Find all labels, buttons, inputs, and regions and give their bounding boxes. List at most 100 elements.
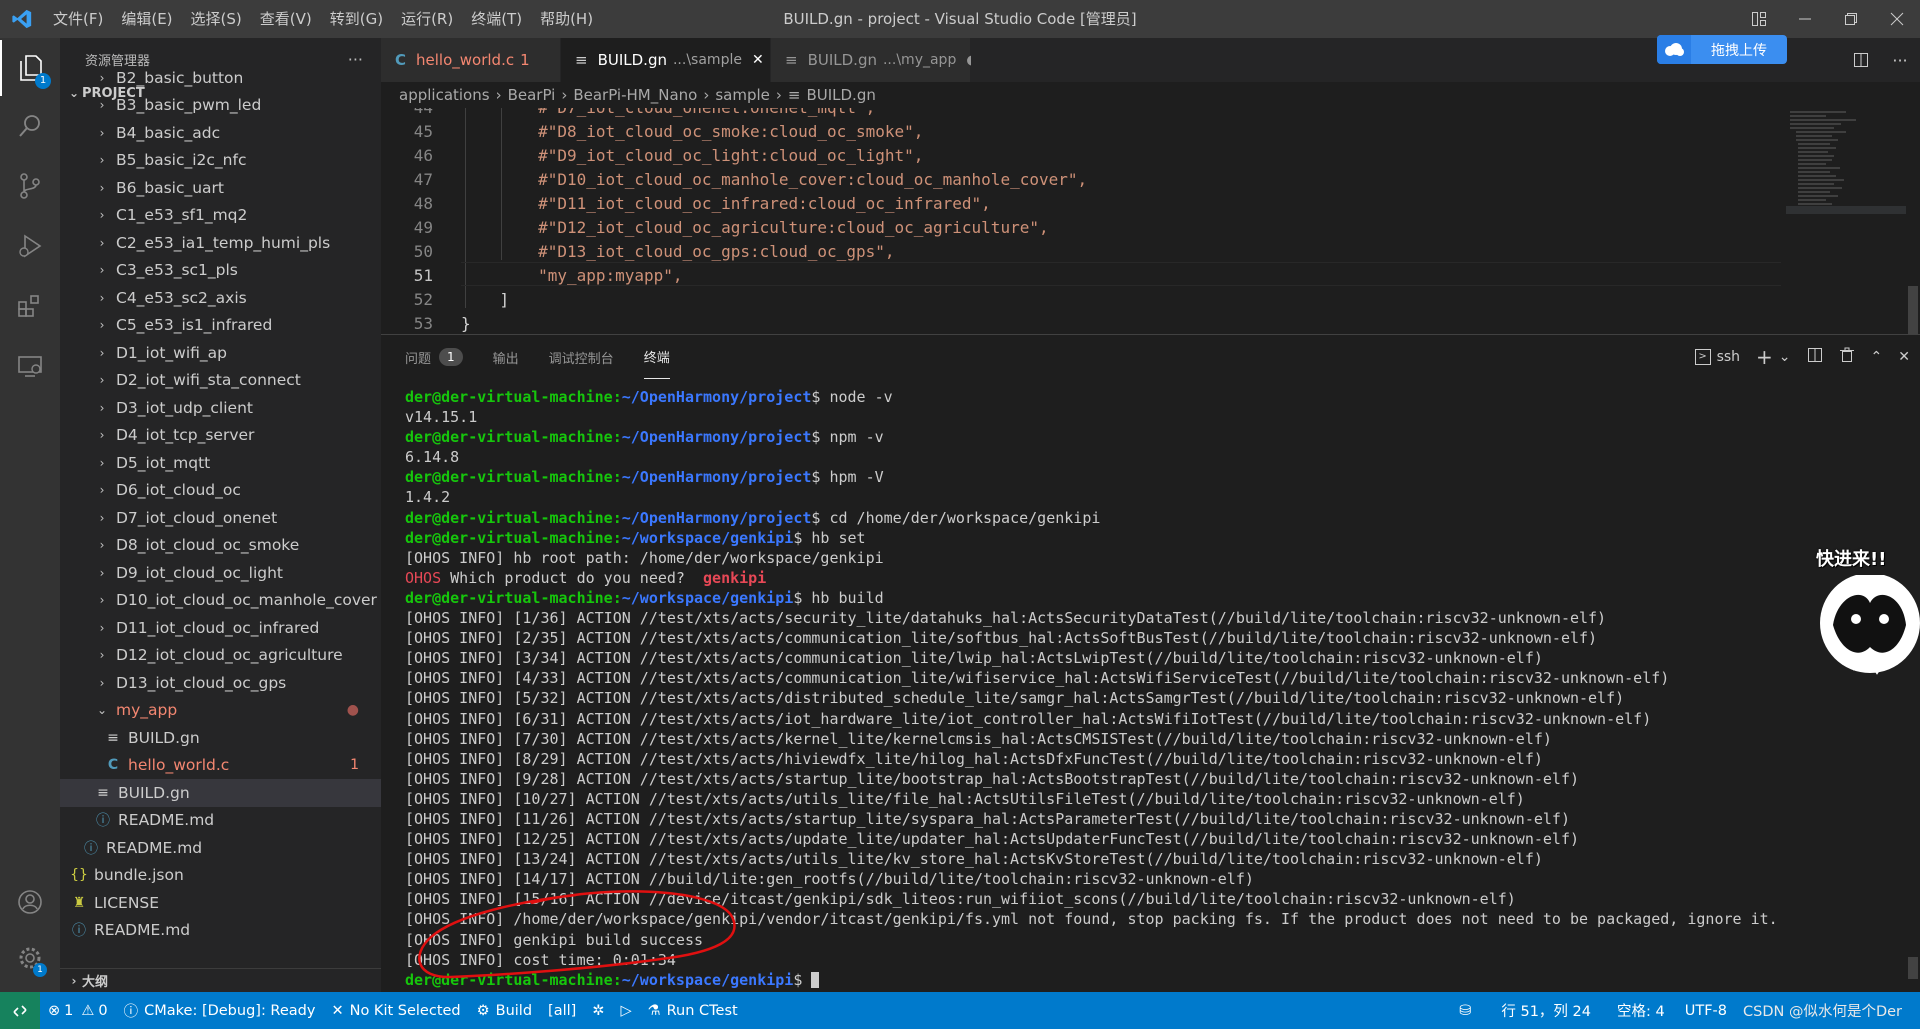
tree-item[interactable]: › C5_e53_is1_infrared (60, 312, 381, 340)
chevron-right-icon: › (99, 400, 105, 415)
tree-item[interactable]: ⓘ README.md (60, 834, 381, 862)
info-file-icon: ⓘ (84, 840, 98, 857)
tab-build-gn-my-app[interactable]: ≡ BUILD.gn ...\my_app ● (771, 38, 978, 82)
split-editor-icon[interactable] (1842, 38, 1880, 82)
tree-item[interactable]: › B2_basic_button (60, 64, 381, 92)
prompt-command (802, 971, 811, 989)
encoding[interactable]: UTF-8 (1677, 992, 1735, 1029)
menu-run[interactable]: 运行(R) (392, 0, 462, 38)
tab-hello-world[interactable]: C hello_world.c 1 (381, 38, 561, 82)
layout-icon[interactable] (1736, 0, 1782, 38)
tree-item[interactable]: › D4_iot_tcp_server (60, 422, 381, 450)
csdn-watermark: CSDN @似水何是个Der (1735, 992, 1910, 1029)
menu-terminal[interactable]: 终端(T) (462, 0, 531, 38)
tree-item[interactable]: Chello_world.c 1 (60, 752, 381, 780)
launch-play-icon[interactable]: ▷ (612, 992, 639, 1029)
menu-file[interactable]: 文件(F) (44, 0, 112, 38)
tree-item[interactable]: › D13_iot_cloud_oc_gps (60, 669, 381, 697)
kit-selector[interactable]: ✕ No Kit Selected (323, 992, 468, 1029)
breadcrumb-item[interactable]: applications (399, 86, 490, 104)
build-target[interactable]: [all] (540, 992, 584, 1029)
explorer-icon[interactable]: 1 (0, 40, 60, 96)
menu-view[interactable]: 查看(V) (251, 0, 321, 38)
tree-item[interactable]: › D7_iot_cloud_onenet (60, 504, 381, 532)
run-debug-icon[interactable] (0, 218, 60, 274)
tree-item[interactable]: › D12_iot_cloud_oc_agriculture (60, 642, 381, 670)
debug-bug-icon[interactable]: ✲ (584, 992, 612, 1029)
tree-item[interactable]: ≡ BUILD.gn (60, 724, 381, 752)
chevron-down-icon[interactable]: ⌄ (1779, 349, 1791, 365)
tree-item[interactable]: › C2_e53_ia1_temp_humi_pls (60, 229, 381, 257)
breadcrumb-item[interactable]: BearPi (508, 86, 556, 104)
tab-output[interactable]: 输出 (493, 335, 519, 379)
upload-button[interactable]: 拖拽上传 (1657, 35, 1787, 64)
tree-item[interactable]: › D8_iot_cloud_oc_smoke (60, 532, 381, 560)
source-control-icon[interactable] (0, 158, 60, 214)
tree-item[interactable]: › D9_iot_cloud_oc_light (60, 559, 381, 587)
breadcrumb-item[interactable]: BUILD.gn (806, 86, 875, 104)
menu-selection[interactable]: 选择(S) (182, 0, 251, 38)
new-terminal-icon[interactable]: + (1756, 345, 1773, 369)
terminal-dropdown[interactable]: > ssh (1694, 349, 1740, 365)
split-terminal-icon[interactable] (1807, 347, 1823, 367)
problems-status[interactable]: ⊗ 1 ⚠ 0 (40, 992, 116, 1029)
menu-edit[interactable]: 编辑(E) (112, 0, 181, 38)
breadcrumb-item[interactable]: sample (715, 86, 770, 104)
settings-gear-icon[interactable]: 1 (0, 930, 60, 986)
search-icon[interactable] (0, 98, 60, 154)
code-editor[interactable]: 44 #"D7_iot_cloud_onenet:onenet_mqtt",45… (381, 108, 1781, 334)
tree-item[interactable]: › D6_iot_cloud_oc (60, 477, 381, 505)
remote-indicator-icon[interactable] (0, 992, 40, 1029)
indentation[interactable]: 空格: 4 (1609, 992, 1673, 1029)
editor-scrollbar[interactable] (1906, 108, 1920, 334)
minimize-button[interactable] (1782, 0, 1828, 38)
tab-terminal[interactable]: 终端 (643, 335, 670, 379)
menu-go[interactable]: 转到(G) (321, 0, 392, 38)
more-editor-actions-icon[interactable]: ··· (1880, 38, 1920, 82)
database-icon[interactable]: ⛁ (1451, 992, 1479, 1029)
tree-item[interactable]: {} bundle.json (60, 862, 381, 890)
spaces-label: 空格: 4 (1616, 1004, 1665, 1020)
tree-item[interactable]: › D1_iot_wifi_ap (60, 339, 381, 367)
account-icon[interactable] (0, 874, 60, 930)
close-tab-icon[interactable]: ✕ (752, 52, 764, 68)
tree-item[interactable]: › D3_iot_udp_client (60, 394, 381, 422)
tab-problems[interactable]: 问题 1 (405, 335, 463, 379)
menu-help[interactable]: 帮助(H) (531, 0, 602, 38)
breadcrumb-item[interactable]: BearPi-HM_Nano (573, 86, 697, 104)
tree-item[interactable]: › B3_basic_pwm_led (60, 92, 381, 120)
tree-item[interactable]: ≡ BUILD.gn (60, 779, 381, 807)
tree-item[interactable]: ♜ LICENSE (60, 889, 381, 917)
build-button[interactable]: ⚙ Build (469, 992, 540, 1029)
tree-item[interactable]: › D11_iot_cloud_oc_infrared (60, 614, 381, 642)
maximize-panel-icon[interactable]: ⌃ (1871, 349, 1883, 365)
tab-build-gn-sample[interactable]: ≡ BUILD.gn ...\sample ✕ (561, 38, 771, 82)
tree-item[interactable]: › C3_e53_sc1_pls (60, 257, 381, 285)
tree-item[interactable]: ⓘ README.md (60, 807, 381, 835)
terminal-line: 6.14.8 (405, 447, 1905, 467)
tree-item[interactable]: › B5_basic_i2c_nfc (60, 147, 381, 175)
cursor-position[interactable]: 行 51，列 24 (1493, 992, 1599, 1029)
tab-debug-console[interactable]: 调试控制台 (549, 335, 614, 379)
remote-explorer-icon[interactable] (0, 338, 60, 394)
run-ctest-button[interactable]: ⚗ Run CTest (640, 992, 746, 1029)
tree-item[interactable]: › C4_e53_sc2_axis (60, 284, 381, 312)
tree-item[interactable]: › B6_basic_uart (60, 174, 381, 202)
tree-item[interactable]: ⌄ my_app ● (60, 697, 381, 725)
terminal-scrollbar[interactable] (1906, 387, 1920, 987)
tree-item[interactable]: › C1_e53_sf1_mq2 (60, 202, 381, 230)
extensions-icon[interactable] (0, 278, 60, 334)
close-window-button[interactable] (1874, 0, 1920, 38)
tree-item[interactable]: ⓘ README.md (60, 917, 381, 945)
trash-icon[interactable] (1839, 347, 1855, 367)
tree-item[interactable]: › D10_iot_cloud_oc_manhole_cover (60, 587, 381, 615)
tree-item[interactable]: › D5_iot_mqtt (60, 449, 381, 477)
chevron-right-icon: › (99, 98, 105, 113)
close-panel-icon[interactable]: ✕ (1898, 349, 1910, 365)
outline-section-header[interactable]: › 大纲 (60, 968, 381, 992)
tree-item[interactable]: › D2_iot_wifi_sta_connect (60, 367, 381, 395)
restore-button[interactable] (1828, 0, 1874, 38)
minimap[interactable] (1786, 108, 1906, 218)
cmake-status[interactable]: ⓘ CMake: [Debug]: Ready (116, 992, 324, 1029)
tree-item[interactable]: › B4_basic_adc (60, 119, 381, 147)
